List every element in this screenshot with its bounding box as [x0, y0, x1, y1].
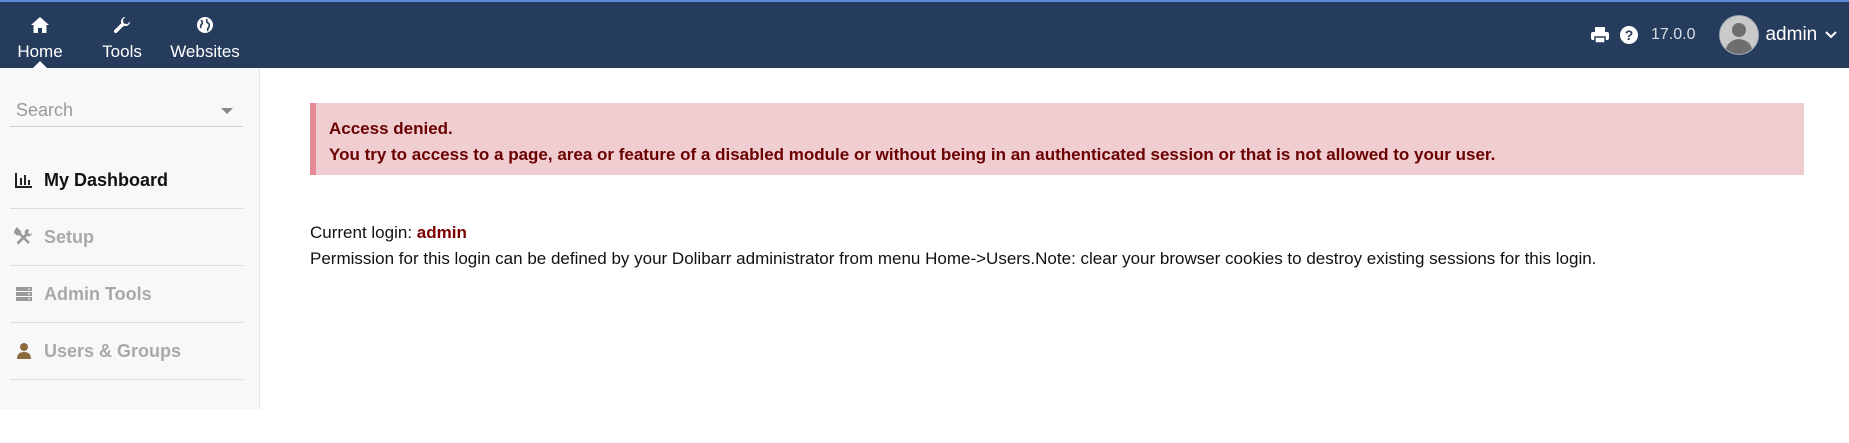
nav-tools-label: Tools	[102, 42, 142, 61]
current-login-line: Current login: admin	[310, 220, 1596, 246]
sidebar-item-label: My Dashboard	[44, 169, 169, 190]
sidebar-item-admin-tools[interactable]: Admin Tools	[10, 266, 243, 323]
alert-title: Access denied.	[329, 119, 453, 138]
sidebar-item-users-groups[interactable]: Users & Groups	[10, 323, 243, 380]
nav-websites[interactable]: Websites	[166, 2, 244, 68]
user-icon	[12, 342, 36, 360]
chart-icon	[12, 172, 36, 188]
search-select[interactable]: Search	[10, 96, 243, 127]
main-content: Current login: admin Permission for this…	[310, 220, 1596, 272]
user-name: admin	[1765, 24, 1818, 45]
avatar	[1719, 15, 1760, 55]
nav-home-label: Home	[17, 42, 63, 61]
nav-home[interactable]: Home	[10, 2, 70, 68]
search-placeholder: Search	[16, 100, 74, 120]
help-icon[interactable]: ?	[1619, 25, 1639, 45]
sidebar-item-label: Admin Tools	[44, 283, 152, 304]
current-login-label: Current login:	[310, 223, 417, 242]
version-label: 17.0.0	[1651, 26, 1696, 43]
print-icon[interactable]	[1590, 26, 1610, 44]
access-denied-alert: Access denied. You try to access to a pa…	[310, 103, 1804, 175]
globe-icon	[196, 14, 214, 36]
svg-text:?: ?	[1625, 27, 1634, 43]
alert-message: You try to access to a page, area or fea…	[329, 145, 1496, 164]
header-tools: ? 17.0.0 admin	[1590, 2, 1837, 68]
user-menu[interactable]: admin	[1719, 15, 1837, 55]
sidebar-item-label: Setup	[44, 226, 95, 247]
top-navigation-bar: Home Tools Websites ? 17.0.0 admin	[0, 0, 1849, 68]
dropdown-caret-icon	[221, 108, 233, 114]
nav-tools[interactable]: Tools	[94, 2, 150, 68]
server-icon	[12, 286, 36, 302]
wrench-icon	[113, 14, 131, 36]
sidebar-item-setup[interactable]: Setup	[10, 209, 243, 266]
permission-note: Permission for this login can be defined…	[310, 249, 1597, 268]
nav-websites-label: Websites	[170, 42, 240, 61]
tools-icon	[12, 227, 36, 247]
sidebar-item-label: Users & Groups	[44, 340, 182, 361]
current-login-value: admin	[416, 223, 467, 242]
home-icon	[30, 14, 50, 36]
left-sidebar: Search My Dashboard Setup Admin Tools Us…	[0, 68, 260, 409]
chevron-down-icon	[1825, 31, 1837, 39]
sidebar-item-my-dashboard[interactable]: My Dashboard	[10, 152, 243, 209]
